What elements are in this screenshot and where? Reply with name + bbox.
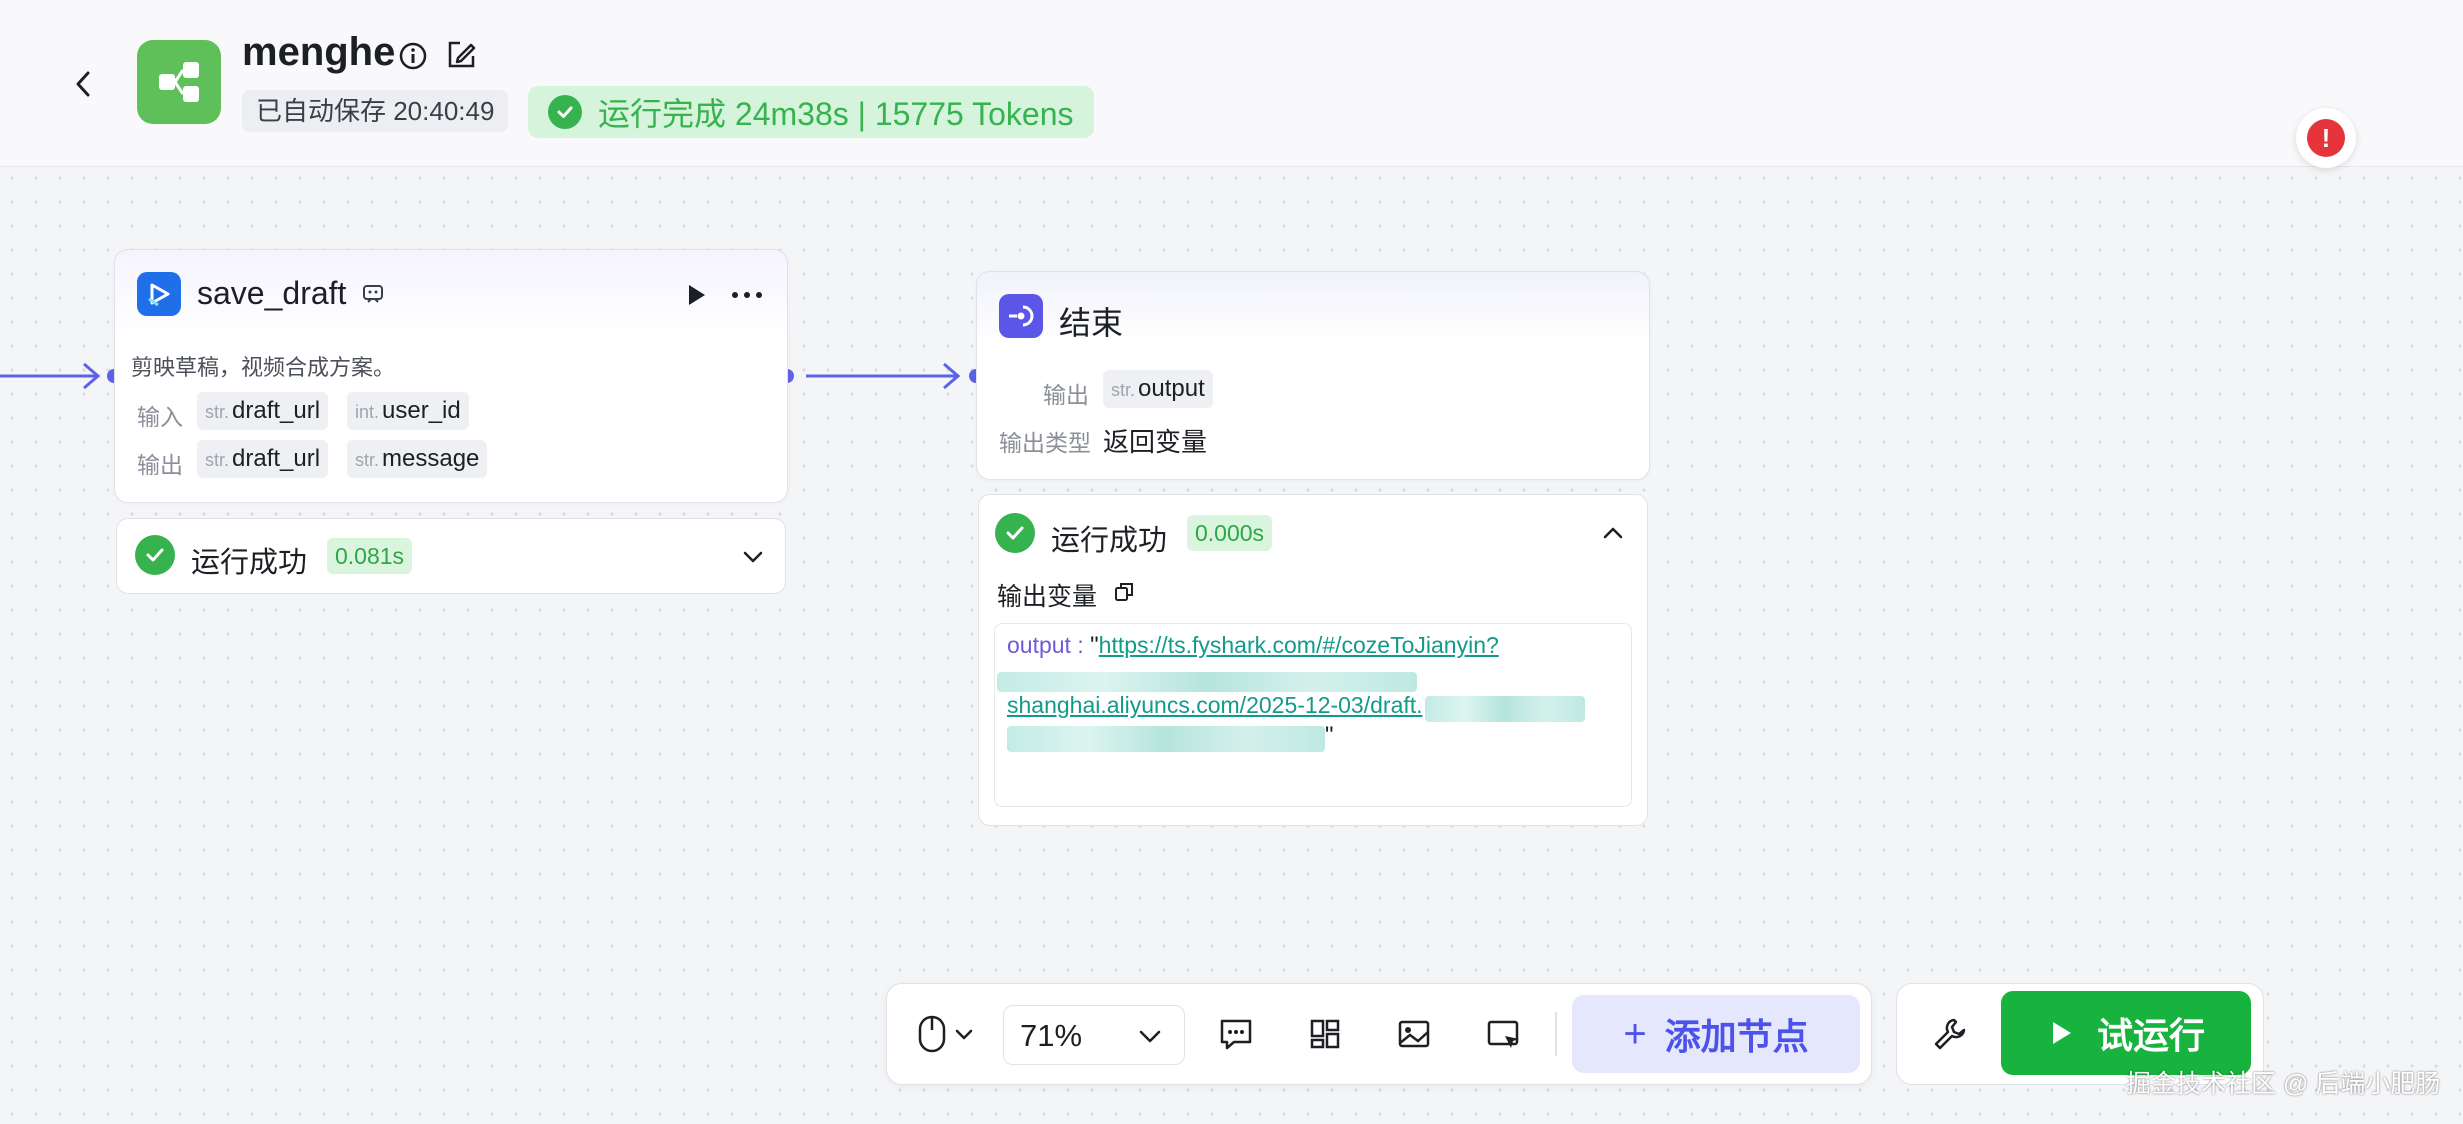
redacted-text: "	[1007, 722, 1334, 752]
exclamation-icon: !	[2307, 119, 2345, 157]
image-icon[interactable]	[1391, 1011, 1437, 1057]
result-time: 0.081s	[327, 538, 413, 574]
input-label: 输入	[137, 404, 183, 430]
output-param: str. output	[1103, 370, 1213, 408]
output-link[interactable]: shanghai.aliyuncs.com/2025-12-03/draft.	[1007, 692, 1423, 718]
app-logo	[137, 40, 221, 124]
node-end[interactable]: 结束 输出 str. output 输出类型 返回变量	[976, 271, 1650, 480]
trial-run-button[interactable]: 试运行	[2001, 991, 2251, 1075]
node-save-draft[interactable]: save_draft 剪映草稿，视频合成方案。 输入 str. draft_url…	[114, 249, 788, 503]
output-key: output :	[1007, 632, 1091, 658]
more-icon[interactable]	[729, 280, 765, 310]
edit-icon[interactable]	[444, 38, 478, 72]
output-type-label: 输出类型	[999, 430, 1091, 456]
output-link[interactable]: https://ts.fyshark.com/#/cozeToJianyin?	[1099, 632, 1499, 658]
output-value-box: output : " https://ts.fyshark.com/#/cozeT…	[994, 623, 1632, 807]
result-time: 0.000s	[1187, 515, 1273, 551]
result-status: 运行成功	[191, 547, 308, 579]
output-label: 输出	[1043, 382, 1089, 408]
node-title: save_draft	[197, 275, 347, 311]
check-circle-icon	[995, 513, 1035, 553]
output-label: 输出	[137, 452, 183, 478]
node-title: 结束	[1059, 305, 1124, 341]
output-param: str. message	[347, 440, 488, 478]
error-alert-button[interactable]: !	[2296, 108, 2356, 168]
input-param: str. draft_url	[197, 392, 329, 430]
add-node-button[interactable]: + 添加节点	[1572, 995, 1860, 1073]
jianying-plugin-icon	[137, 272, 181, 316]
plus-icon: +	[1623, 1011, 1647, 1056]
trial-run-label: 试运行	[2096, 1015, 2205, 1056]
layout-icon[interactable]	[1302, 1011, 1348, 1057]
end-node-icon	[999, 294, 1043, 338]
output-param: str. draft_url	[197, 440, 329, 478]
workflow-icon	[159, 62, 199, 102]
input-param: int. user_id	[347, 392, 469, 430]
copy-icon[interactable]	[1113, 581, 1135, 603]
redacted-text	[997, 672, 1417, 692]
zoom-value: 71%	[1020, 1018, 1083, 1053]
run-status-text: 运行完成 24m38s | 15775 Tokens	[598, 96, 1074, 132]
add-node-label: 添加节点	[1664, 1016, 1809, 1057]
chevron-down-icon	[1139, 1030, 1161, 1043]
zoom-select[interactable]: 71%	[1003, 1005, 1185, 1065]
output-type-value: 返回变量	[1103, 427, 1208, 457]
autosave-status: 已自动保存 20:40:49	[242, 90, 509, 132]
info-icon[interactable]	[397, 40, 429, 72]
chevron-down-icon[interactable]	[739, 543, 767, 571]
check-circle-icon	[135, 535, 175, 575]
watermark: 掘金技术社区 @ 后端小肥肠	[2126, 1070, 2441, 1098]
check-circle-icon	[548, 95, 582, 129]
plugin-badge-icon	[361, 282, 385, 306]
result-status: 运行成功	[1051, 525, 1168, 557]
top-bar: menghe 已自动保存 20:40:49 运行完成 24m38s | 1577…	[0, 0, 2463, 167]
chevron-up-icon[interactable]	[1599, 519, 1627, 547]
chevron-down-icon[interactable]	[949, 1011, 979, 1057]
run-node-icon[interactable]	[681, 280, 711, 310]
minimap-icon[interactable]	[1480, 1011, 1526, 1057]
divider	[1555, 1012, 1557, 1056]
output-variables-title: 输出变量	[997, 583, 1098, 611]
app-name: menghe	[242, 30, 396, 74]
comment-icon[interactable]	[1213, 1011, 1259, 1057]
node-result-save-draft[interactable]: 运行成功 0.081s	[116, 518, 786, 594]
canvas-toolbar: 71% + 添加节点	[886, 983, 1872, 1085]
play-icon	[2052, 1022, 2071, 1044]
back-button[interactable]	[66, 66, 102, 102]
node-description: 剪映草稿，视频合成方案。	[131, 355, 396, 380]
run-status-badge: 运行完成 24m38s | 15775 Tokens	[528, 86, 1094, 138]
wrench-icon[interactable]	[1927, 1011, 1973, 1057]
node-result-end: 运行成功 0.000s 输出变量 output : " https://ts.fy…	[978, 494, 1648, 826]
